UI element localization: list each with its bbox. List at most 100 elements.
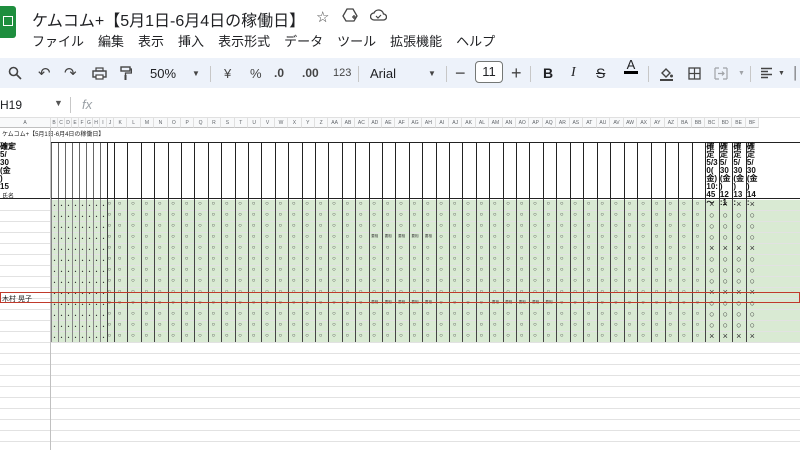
availability-mark[interactable]: ○ bbox=[736, 265, 741, 275]
spreadsheet-grid[interactable]: A B C D E F G H I J K L M N O P Q R S T U V W X Y Z AA AB AC AD AE AF AG… bbox=[0, 118, 800, 450]
availability-mark[interactable]: ○ bbox=[399, 278, 403, 284]
availability-mark[interactable]: ○ bbox=[655, 212, 659, 218]
availability-mark[interactable]: ○ bbox=[453, 212, 457, 218]
availability-mark[interactable]: ○ bbox=[439, 245, 443, 251]
availability-mark[interactable]: ○ bbox=[655, 267, 659, 273]
availability-mark[interactable]: ○ bbox=[628, 333, 632, 339]
availability-mark[interactable]: ○ bbox=[628, 245, 632, 251]
availability-mark[interactable]: ○ bbox=[238, 322, 242, 328]
availability-mark[interactable]: ○ bbox=[480, 223, 484, 229]
availability-mark[interactable]: ○ bbox=[118, 267, 122, 273]
availability-mark[interactable]: ○ bbox=[493, 234, 497, 240]
availability-mark[interactable]: ○ bbox=[587, 256, 591, 262]
availability-mark[interactable]: ○ bbox=[118, 333, 122, 339]
availability-mark[interactable]: ・ bbox=[101, 322, 107, 331]
availability-mark[interactable]: ○ bbox=[185, 278, 189, 284]
availability-mark[interactable]: ○ bbox=[533, 267, 537, 273]
availability-mark[interactable]: ○ bbox=[480, 234, 484, 240]
availability-mark[interactable]: ○ bbox=[185, 333, 189, 339]
availability-mark[interactable]: ○ bbox=[292, 201, 296, 207]
availability-mark[interactable]: ○ bbox=[547, 311, 551, 317]
column-header[interactable]: AS bbox=[569, 118, 583, 128]
availability-mark[interactable]: ・ bbox=[73, 267, 79, 276]
undo-icon[interactable]: ↶ bbox=[38, 58, 51, 88]
availability-mark[interactable]: ○ bbox=[346, 333, 350, 339]
availability-mark[interactable]: ・ bbox=[101, 212, 107, 221]
availability-mark[interactable]: ○ bbox=[413, 212, 417, 218]
availability-mark[interactable]: ○ bbox=[560, 311, 564, 317]
availability-mark[interactable]: ○ bbox=[547, 256, 551, 262]
availability-mark[interactable]: ○ bbox=[709, 320, 714, 330]
availability-mark[interactable]: ○ bbox=[252, 256, 256, 262]
availability-mark[interactable]: 要相 bbox=[412, 234, 419, 239]
availability-mark[interactable]: ○ bbox=[332, 212, 336, 218]
column-header[interactable]: Y bbox=[301, 118, 315, 128]
availability-mark[interactable]: ○ bbox=[131, 278, 135, 284]
availability-mark[interactable]: ○ bbox=[547, 267, 551, 273]
availability-mark[interactable]: ○ bbox=[225, 267, 229, 273]
menu-extensions[interactable]: 拡張機能 bbox=[390, 31, 442, 51]
horizontal-align-icon[interactable] bbox=[760, 58, 773, 88]
availability-mark[interactable]: ○ bbox=[265, 234, 269, 240]
availability-mark[interactable]: ○ bbox=[171, 256, 175, 262]
availability-mark[interactable]: ○ bbox=[131, 223, 135, 229]
availability-mark[interactable]: ○ bbox=[332, 234, 336, 240]
availability-mark[interactable]: ○ bbox=[573, 256, 577, 262]
availability-mark[interactable]: ○ bbox=[587, 322, 591, 328]
availability-mark[interactable]: ○ bbox=[573, 234, 577, 240]
availability-mark[interactable]: ・ bbox=[87, 245, 93, 254]
availability-mark[interactable]: ○ bbox=[252, 278, 256, 284]
availability-mark[interactable]: ○ bbox=[279, 322, 283, 328]
availability-mark[interactable]: ・ bbox=[66, 267, 72, 276]
availability-mark[interactable]: ○ bbox=[493, 256, 497, 262]
availability-mark[interactable]: ○ bbox=[171, 223, 175, 229]
availability-mark[interactable]: ・ bbox=[94, 212, 100, 221]
availability-mark[interactable]: ○ bbox=[709, 309, 714, 319]
availability-mark[interactable]: ・ bbox=[80, 223, 86, 232]
availability-mark[interactable]: × bbox=[723, 243, 728, 253]
availability-mark[interactable]: ・ bbox=[101, 223, 107, 232]
availability-mark[interactable]: ○ bbox=[108, 201, 112, 207]
availability-mark[interactable]: ○ bbox=[279, 201, 283, 207]
availability-mark[interactable]: ○ bbox=[520, 234, 524, 240]
availability-mark[interactable]: ○ bbox=[399, 322, 403, 328]
availability-mark[interactable]: ○ bbox=[212, 333, 216, 339]
availability-mark[interactable]: ○ bbox=[641, 322, 645, 328]
align-dropdown-icon[interactable]: ▼ bbox=[778, 58, 785, 88]
availability-mark[interactable]: ○ bbox=[171, 278, 175, 284]
availability-mark[interactable]: ○ bbox=[614, 311, 618, 317]
availability-mark[interactable]: ○ bbox=[641, 278, 645, 284]
column-header[interactable]: Z bbox=[315, 118, 329, 128]
availability-mark[interactable]: ○ bbox=[614, 212, 618, 218]
availability-mark[interactable]: ○ bbox=[225, 322, 229, 328]
availability-mark[interactable]: ○ bbox=[386, 322, 390, 328]
availability-mark[interactable]: ○ bbox=[600, 223, 604, 229]
availability-mark[interactable]: ・ bbox=[80, 278, 86, 287]
availability-mark[interactable]: ○ bbox=[453, 245, 457, 251]
availability-mark[interactable]: ○ bbox=[655, 278, 659, 284]
availability-mark[interactable]: ・ bbox=[52, 223, 58, 232]
availability-mark[interactable]: ○ bbox=[265, 256, 269, 262]
availability-mark[interactable]: ○ bbox=[225, 278, 229, 284]
availability-mark[interactable]: ○ bbox=[225, 333, 229, 339]
availability-mark[interactable]: ○ bbox=[655, 311, 659, 317]
availability-mark[interactable]: ○ bbox=[292, 322, 296, 328]
availability-mark[interactable]: ○ bbox=[668, 333, 672, 339]
availability-mark[interactable]: ○ bbox=[238, 256, 242, 262]
availability-mark[interactable]: ○ bbox=[145, 201, 149, 207]
availability-mark[interactable]: ○ bbox=[359, 278, 363, 284]
availability-mark[interactable]: ・ bbox=[59, 256, 65, 265]
column-header[interactable]: C bbox=[58, 118, 65, 128]
availability-mark[interactable]: ・ bbox=[101, 234, 107, 243]
availability-mark[interactable]: ○ bbox=[750, 276, 755, 286]
availability-mark[interactable]: ○ bbox=[668, 212, 672, 218]
availability-mark[interactable]: ○ bbox=[439, 223, 443, 229]
availability-mark[interactable]: ○ bbox=[346, 267, 350, 273]
availability-mark[interactable]: ○ bbox=[171, 201, 175, 207]
availability-mark[interactable]: ○ bbox=[359, 267, 363, 273]
column-header[interactable]: AO bbox=[516, 118, 530, 128]
availability-mark[interactable]: ○ bbox=[520, 212, 524, 218]
availability-mark[interactable]: ・ bbox=[73, 245, 79, 254]
availability-mark[interactable]: ○ bbox=[709, 232, 714, 242]
availability-mark[interactable]: ○ bbox=[399, 245, 403, 251]
